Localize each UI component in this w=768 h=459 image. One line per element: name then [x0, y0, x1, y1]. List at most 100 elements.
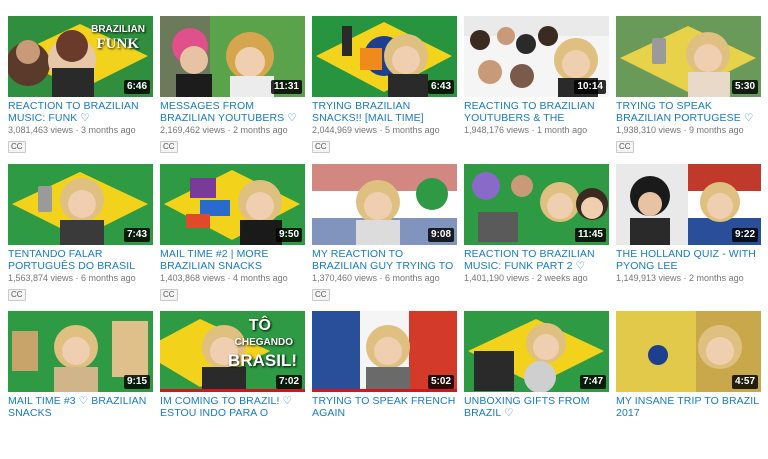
- view-count: 1,403,868 views: [160, 273, 226, 283]
- video-thumbnail[interactable]: 9:08: [312, 164, 457, 245]
- video-card[interactable]: 5:30 TRYING TO SPEAK BRAZILIAN PORTUGESE…: [616, 16, 761, 154]
- view-count: 1,563,874 views: [8, 273, 74, 283]
- video-title[interactable]: MAIL TIME #3 ♡ BRAZILIAN SNACKS: [8, 395, 153, 419]
- view-count: 1,149,913 views: [616, 273, 682, 283]
- video-title[interactable]: REACTION TO BRAZILIAN MUSIC: FUNK ♡: [8, 100, 153, 124]
- video-duration: 5:02: [427, 375, 454, 389]
- upload-age: 5 months ago: [385, 125, 440, 135]
- view-count: 2,044,969 views: [312, 125, 378, 135]
- video-duration: 9:15: [123, 375, 150, 389]
- video-title[interactable]: REACTING TO BRAZILIAN YOUTUBERS & The Ho…: [464, 100, 609, 124]
- video-title[interactable]: TENTANDO FALAR PORTUGUÊS DO BRASIL PARTE…: [8, 248, 153, 272]
- video-card[interactable]: 11:45 REACTION TO BRAZILIAN MUSIC: FUNK …: [464, 164, 609, 284]
- video-title[interactable]: MY INSANE TRIP TO BRAZIL 2017: [616, 395, 761, 419]
- video-duration: 10:14: [574, 80, 606, 94]
- upload-age: 2 months ago: [689, 273, 744, 283]
- video-thumbnail[interactable]: 11:31: [160, 16, 305, 97]
- watch-progress-bar: [312, 389, 457, 392]
- video-duration: 7:47: [579, 375, 606, 389]
- cc-badge: CC: [160, 289, 178, 301]
- video-meta: 1,563,874 views · 6 months ago: [8, 273, 136, 283]
- video-card[interactable]: BRAZILIAN FUNK 6:46 REACTION TO BRAZILIA…: [8, 16, 153, 154]
- video-thumbnail[interactable]: 9:15: [8, 311, 153, 392]
- upload-age: 6 months ago: [81, 273, 136, 283]
- video-meta: 1,401,190 views · 2 weeks ago: [464, 273, 588, 283]
- view-count: 2,169,462 views: [160, 125, 226, 135]
- video-thumbnail[interactable]: 10:14: [464, 16, 609, 97]
- cc-badge: CC: [312, 141, 330, 153]
- video-card[interactable]: 9:22 THE HOLLAND QUIZ - with PYONG LEE 1…: [616, 164, 761, 284]
- video-meta: 1,948,176 views · 1 month ago: [464, 125, 588, 135]
- video-thumbnail[interactable]: 5:30: [616, 16, 761, 97]
- video-thumbnail[interactable]: 5:02: [312, 311, 457, 392]
- cc-badge: CC: [312, 289, 330, 301]
- video-duration: 9:22: [731, 228, 758, 242]
- watch-progress-bar: [160, 389, 305, 392]
- video-thumbnail[interactable]: 4:57: [616, 311, 761, 392]
- upload-age: 9 months ago: [689, 125, 744, 135]
- upload-age: 4 months ago: [233, 273, 288, 283]
- video-card[interactable]: 11:31 MESSAGES FROM BRAZILIAN YOUTUBERS …: [160, 16, 305, 154]
- thumbnail-overlay-text: FUNK: [96, 36, 140, 52]
- cc-badge: CC: [8, 141, 26, 153]
- video-card[interactable]: 9:08 MY REACTION TO BRAZILIAN GUY TRYING…: [312, 164, 457, 302]
- video-card[interactable]: 10:14 REACTING TO BRAZILIAN YOUTUBERS & …: [464, 16, 609, 136]
- video-meta: 2,169,462 views · 2 months ago: [160, 125, 288, 135]
- video-thumbnail[interactable]: 6:43: [312, 16, 457, 97]
- video-duration: 7:02: [275, 375, 302, 389]
- video-title[interactable]: TRYING BRAZILIAN SNACKS!! [MAIL TIME]: [312, 100, 457, 124]
- upload-age: 2 weeks ago: [537, 273, 588, 283]
- video-title[interactable]: TRYING TO SPEAK FRENCH AGAIN: [312, 395, 457, 419]
- thumbnail-overlay-text: CHEGANDO: [234, 337, 293, 348]
- video-title[interactable]: UNBOXING GIFTS FROM BRAZIL ♡: [464, 395, 609, 419]
- video-card[interactable]: 5:02 TRYING TO SPEAK FRENCH AGAIN: [312, 311, 457, 419]
- video-title[interactable]: THE HOLLAND QUIZ - with PYONG LEE: [616, 248, 761, 272]
- video-duration: 11:45: [574, 228, 606, 242]
- video-title[interactable]: REACTION TO BRAZILIAN MUSIC: FUNK PART 2…: [464, 248, 609, 272]
- video-duration: 7:43: [123, 228, 150, 242]
- video-duration: 6:46: [123, 80, 150, 94]
- video-meta: 2,044,969 views · 5 months ago: [312, 125, 440, 135]
- video-thumbnail[interactable]: 7:43: [8, 164, 153, 245]
- video-title[interactable]: MY REACTION TO BRAZILIAN GUY TRYING TO S…: [312, 248, 457, 272]
- video-card[interactable]: 6:43 TRYING BRAZILIAN SNACKS!! [MAIL TIM…: [312, 16, 457, 154]
- video-duration: 5:30: [731, 80, 758, 94]
- video-thumbnail[interactable]: 11:45: [464, 164, 609, 245]
- cc-badge: CC: [8, 289, 26, 301]
- video-card[interactable]: 7:43 TENTANDO FALAR PORTUGUÊS DO BRASIL …: [8, 164, 153, 302]
- video-title[interactable]: MESSAGES FROM BRAZILIAN YOUTUBERS ♡: [160, 100, 305, 124]
- video-thumbnail[interactable]: TÔ CHEGANDO BRASIL! 7:02: [160, 311, 305, 392]
- video-card[interactable]: 7:47 UNBOXING GIFTS FROM BRAZIL ♡: [464, 311, 609, 419]
- upload-age: 1 month ago: [537, 125, 588, 135]
- thumbnail-overlay-text: BRASIL!: [228, 351, 297, 370]
- view-count: 1,948,176 views: [464, 125, 530, 135]
- upload-age: 3 months ago: [81, 125, 136, 135]
- video-thumbnail[interactable]: 7:47: [464, 311, 609, 392]
- video-card[interactable]: 9:50 MAIL TIME #2 | MORE BRAZILIAN SNACK…: [160, 164, 305, 302]
- video-row: 7:43 TENTANDO FALAR PORTUGUÊS DO BRASIL …: [8, 164, 768, 312]
- video-duration: 11:31: [270, 80, 302, 94]
- cc-badge: CC: [616, 141, 634, 153]
- upload-age: 6 months ago: [385, 273, 440, 283]
- video-duration: 9:08: [427, 228, 454, 242]
- video-row: 9:15 MAIL TIME #3 ♡ BRAZILIAN SNACKS TÔ …: [8, 311, 768, 459]
- view-count: 1,401,190 views: [464, 273, 530, 283]
- video-card[interactable]: 9:15 MAIL TIME #3 ♡ BRAZILIAN SNACKS: [8, 311, 153, 419]
- upload-age: 2 months ago: [233, 125, 288, 135]
- thumbnail-overlay-text: TÔ: [248, 317, 271, 334]
- video-title[interactable]: MAIL TIME #2 | MORE BRAZILIAN SNACKS: [160, 248, 305, 272]
- video-thumbnail[interactable]: BRAZILIAN FUNK 6:46: [8, 16, 153, 97]
- video-meta: 1,370,460 views · 6 months ago: [312, 273, 440, 283]
- video-thumbnail[interactable]: 9:22: [616, 164, 761, 245]
- video-thumbnail[interactable]: 9:50: [160, 164, 305, 245]
- thumbnail-overlay-text: BRAZILIAN: [91, 24, 145, 35]
- video-meta: 1,149,913 views · 2 months ago: [616, 273, 744, 283]
- video-duration: 9:50: [275, 228, 302, 242]
- video-title[interactable]: TRYING TO SPEAK BRAZILIAN PORTUGESE ♡: [616, 100, 761, 124]
- view-count: 1,938,310 views: [616, 125, 682, 135]
- video-card[interactable]: TÔ CHEGANDO BRASIL! 7:02 IM COMING TO BR…: [160, 311, 305, 419]
- video-card[interactable]: 4:57 MY INSANE TRIP TO BRAZIL 2017: [616, 311, 761, 419]
- video-meta: 1,938,310 views · 9 months ago: [616, 125, 744, 135]
- video-title[interactable]: IM COMING TO BRAZIL! ♡ ESTOU INDO PARA O…: [160, 395, 305, 419]
- video-meta: 1,403,868 views · 4 months ago: [160, 273, 288, 283]
